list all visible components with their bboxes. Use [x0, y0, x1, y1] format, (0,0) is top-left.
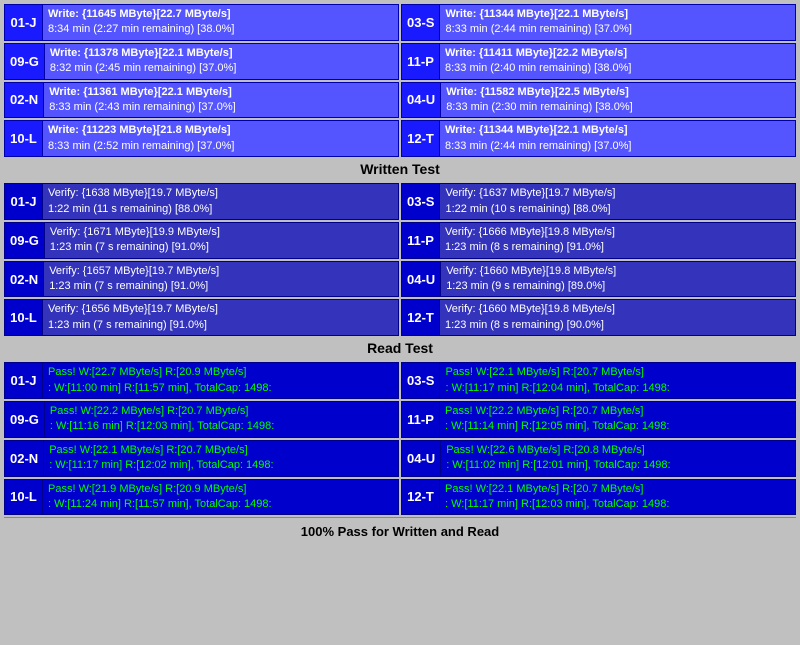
write-grid: 01-J Write: {11645 MByte}[22.7 MByte/s] … [4, 4, 796, 157]
verify-device-11-P: 11-P Verify: {1666 MByte}[19.8 MByte/s] … [401, 222, 796, 259]
device-info: Pass! W:[22.2 MByte/s] R:[20.7 MByte/s] … [440, 402, 795, 437]
device-label: 09-G [5, 44, 45, 79]
device-label: 01-J [5, 5, 43, 40]
footer-bar: 100% Pass for Written and Read [4, 517, 796, 545]
device-info: Pass! W:[22.6 MByte/s] R:[20.8 MByte/s] … [441, 441, 795, 476]
device-info: Verify: {1666 MByte}[19.8 MByte/s] 1:23 … [440, 223, 795, 258]
write-device-11-P: 11-P Write: {11411 MByte}[22.2 MByte/s] … [401, 43, 796, 80]
pass-device-03-S: 03-S Pass! W:[22.1 MByte/s] R:[20.7 MByt… [401, 362, 796, 399]
pass-device-11-P: 11-P Pass! W:[22.2 MByte/s] R:[20.7 MByt… [401, 401, 796, 438]
device-label: 03-S [402, 184, 440, 219]
device-info: Verify: {1660 MByte}[19.8 MByte/s] 1:23 … [441, 262, 795, 297]
write-device-02-N: 02-N Write: {11361 MByte}[22.1 MByte/s] … [4, 82, 399, 119]
device-label: 03-S [402, 363, 440, 398]
write-device-09-G: 09-G Write: {11378 MByte}[22.1 MByte/s] … [4, 43, 399, 80]
written-test-header: Written Test [4, 157, 796, 181]
device-info: Write: {11411 MByte}[22.2 MByte/s] 8:33 … [440, 44, 795, 79]
device-info: Write: {11378 MByte}[22.1 MByte/s] 8:32 … [45, 44, 398, 79]
device-label: 10-L [5, 480, 43, 515]
write-device-04-U: 04-U Write: {11582 MByte}[22.5 MByte/s] … [401, 82, 796, 119]
device-info: Pass! W:[22.2 MByte/s] R:[20.7 MByte/s] … [45, 402, 398, 437]
device-label: 12-T [402, 480, 440, 515]
device-label: 11-P [402, 402, 440, 437]
read-test-header: Read Test [4, 336, 796, 360]
pass-device-02-N: 02-N Pass! W:[22.1 MByte/s] R:[20.7 MByt… [4, 440, 399, 477]
device-label: 02-N [5, 83, 44, 118]
device-label: 12-T [402, 300, 440, 335]
verify-device-04-U: 04-U Verify: {1660 MByte}[19.8 MByte/s] … [401, 261, 796, 298]
device-info: Write: {11344 MByte}[22.1 MByte/s] 8:33 … [440, 121, 795, 156]
device-info: Write: {11645 MByte}[22.7 MByte/s] 8:34 … [43, 5, 398, 40]
pass-device-10-L: 10-L Pass! W:[21.9 MByte/s] R:[20.9 MByt… [4, 479, 399, 516]
device-info: Write: {11582 MByte}[22.5 MByte/s] 8:33 … [441, 83, 795, 118]
device-label: 04-U [402, 441, 441, 476]
device-label: 01-J [5, 363, 43, 398]
device-label: 10-L [5, 121, 43, 156]
pass-device-01-J: 01-J Pass! W:[22.7 MByte/s] R:[20.9 MByt… [4, 362, 399, 399]
pass-device-04-U: 04-U Pass! W:[22.6 MByte/s] R:[20.8 MByt… [401, 440, 796, 477]
device-info: Write: {11344 MByte}[22.1 MByte/s] 8:33 … [440, 5, 795, 40]
device-label: 11-P [402, 223, 440, 258]
device-info: Verify: {1656 MByte}[19.7 MByte/s] 1:23 … [43, 300, 398, 335]
verify-device-01-J: 01-J Verify: {1638 MByte}[19.7 MByte/s] … [4, 183, 399, 220]
pass-device-09-G: 09-G Pass! W:[22.2 MByte/s] R:[20.7 MByt… [4, 401, 399, 438]
device-info: Pass! W:[22.7 MByte/s] R:[20.9 MByte/s] … [43, 363, 398, 398]
verify-device-02-N: 02-N Verify: {1657 MByte}[19.7 MByte/s] … [4, 261, 399, 298]
device-label: 01-J [5, 184, 43, 219]
verify-device-03-S: 03-S Verify: {1637 MByte}[19.7 MByte/s] … [401, 183, 796, 220]
device-info: Verify: {1657 MByte}[19.7 MByte/s] 1:23 … [44, 262, 398, 297]
device-info: Write: {11361 MByte}[22.1 MByte/s] 8:33 … [44, 83, 398, 118]
verify-grid: 01-J Verify: {1638 MByte}[19.7 MByte/s] … [4, 183, 796, 336]
pass-device-12-T: 12-T Pass! W:[22.1 MByte/s] R:[20.7 MByt… [401, 479, 796, 516]
verify-section: 01-J Verify: {1638 MByte}[19.7 MByte/s] … [4, 183, 796, 360]
device-info: Verify: {1638 MByte}[19.7 MByte/s] 1:22 … [43, 184, 398, 219]
device-label: 09-G [5, 223, 45, 258]
verify-device-12-T: 12-T Verify: {1660 MByte}[19.8 MByte/s] … [401, 299, 796, 336]
write-device-03-S: 03-S Write: {11344 MByte}[22.1 MByte/s] … [401, 4, 796, 41]
device-label: 02-N [5, 441, 44, 476]
device-info: Verify: {1637 MByte}[19.7 MByte/s] 1:22 … [440, 184, 795, 219]
device-label: 04-U [402, 262, 441, 297]
device-info: Verify: {1671 MByte}[19.9 MByte/s] 1:23 … [45, 223, 398, 258]
device-label: 09-G [5, 402, 45, 437]
pass-section: 01-J Pass! W:[22.7 MByte/s] R:[20.9 MByt… [4, 362, 796, 515]
device-label: 03-S [402, 5, 440, 40]
write-device-12-T: 12-T Write: {11344 MByte}[22.1 MByte/s] … [401, 120, 796, 157]
device-label: 11-P [402, 44, 440, 79]
device-info: Write: {11223 MByte}[21.8 MByte/s] 8:33 … [43, 121, 398, 156]
device-info: Pass! W:[22.1 MByte/s] R:[20.7 MByte/s] … [440, 363, 795, 398]
write-device-10-L: 10-L Write: {11223 MByte}[21.8 MByte/s] … [4, 120, 399, 157]
pass-grid: 01-J Pass! W:[22.7 MByte/s] R:[20.9 MByt… [4, 362, 796, 515]
write-device-01-J: 01-J Write: {11645 MByte}[22.7 MByte/s] … [4, 4, 399, 41]
device-label: 04-U [402, 83, 441, 118]
device-label: 10-L [5, 300, 43, 335]
write-section: 01-J Write: {11645 MByte}[22.7 MByte/s] … [4, 4, 796, 181]
device-info: Pass! W:[21.9 MByte/s] R:[20.9 MByte/s] … [43, 480, 398, 515]
device-info: Pass! W:[22.1 MByte/s] R:[20.7 MByte/s] … [44, 441, 398, 476]
device-info: Verify: {1660 MByte}[19.8 MByte/s] 1:23 … [440, 300, 795, 335]
verify-device-09-G: 09-G Verify: {1671 MByte}[19.9 MByte/s] … [4, 222, 399, 259]
device-label: 12-T [402, 121, 440, 156]
device-info: Pass! W:[22.1 MByte/s] R:[20.7 MByte/s] … [440, 480, 795, 515]
device-label: 02-N [5, 262, 44, 297]
main-container: 01-J Write: {11645 MByte}[22.7 MByte/s] … [0, 0, 800, 549]
verify-device-10-L: 10-L Verify: {1656 MByte}[19.7 MByte/s] … [4, 299, 399, 336]
